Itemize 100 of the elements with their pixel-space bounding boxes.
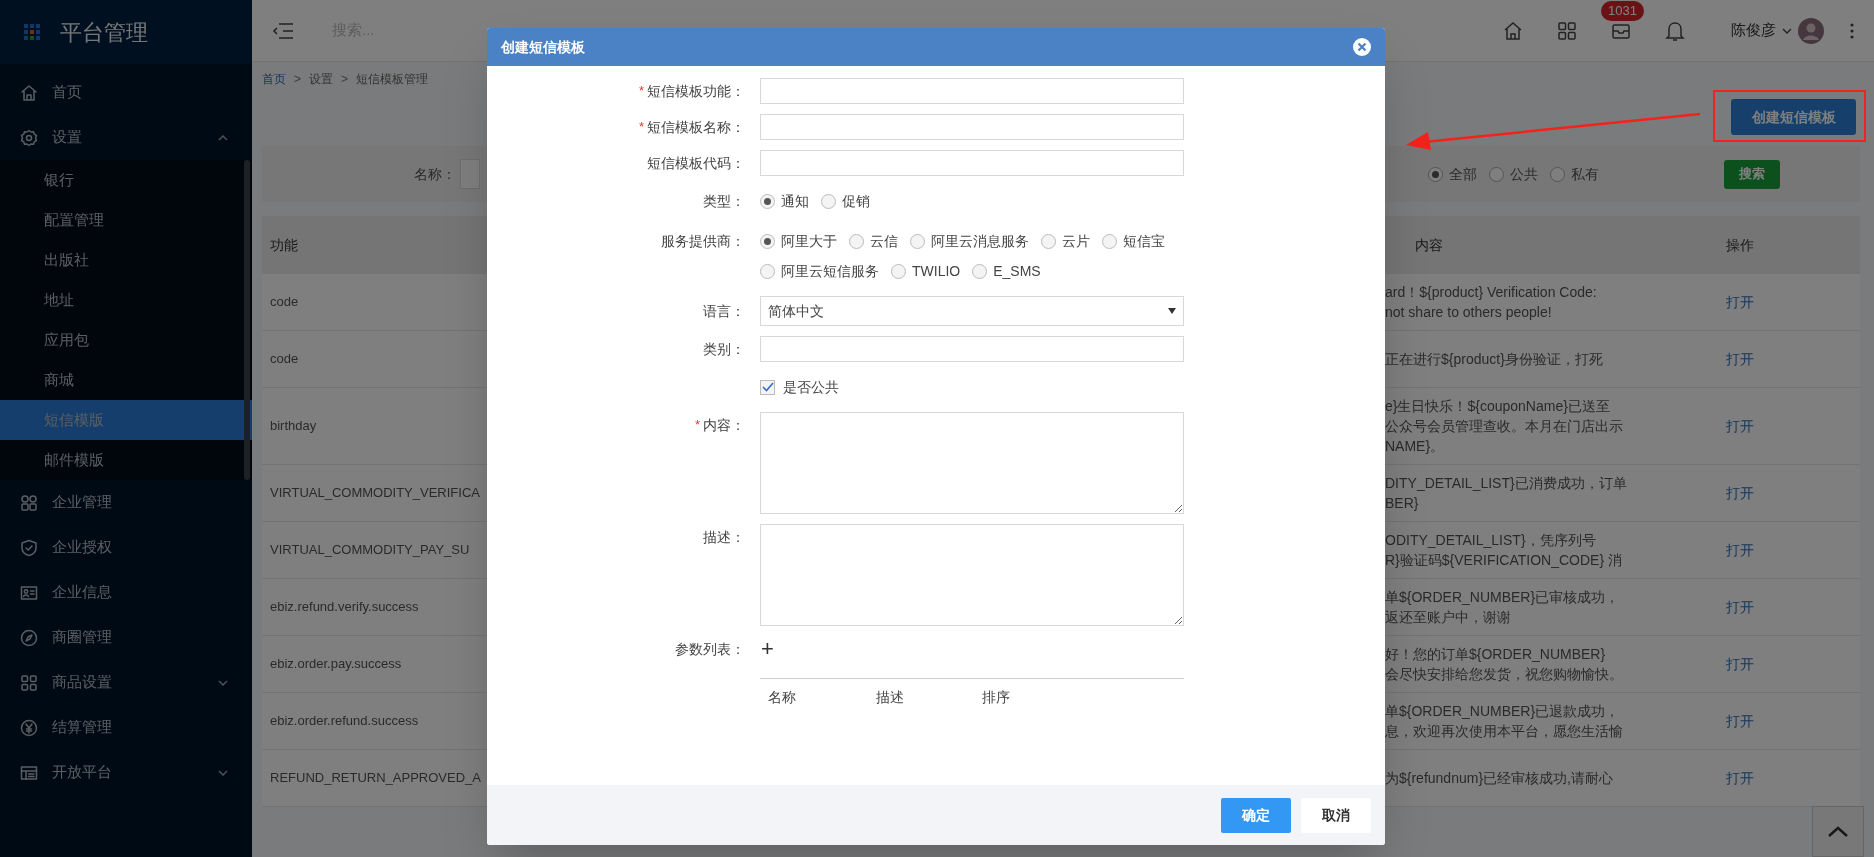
text-area[interactable] (760, 524, 1184, 626)
avatar-icon (1798, 17, 1824, 44)
text-field[interactable] (760, 114, 1184, 140)
add-parameter-button[interactable]: + (760, 638, 775, 660)
submenu-item[interactable]: 银行 (0, 160, 252, 200)
sidebar-item[interactable]: 首页 (0, 70, 252, 115)
table-cell-text: ebiz.order.pay.success (269, 655, 403, 674)
open-link[interactable]: 打开 (1726, 293, 1754, 310)
open-link[interactable]: 打开 (1726, 712, 1754, 729)
radio-option[interactable]: 阿里云消息服务 (910, 226, 1029, 256)
radio-option[interactable]: 通知 (760, 186, 809, 216)
shield-icon (20, 538, 38, 557)
text-field[interactable] (760, 78, 1184, 104)
menu-icon (272, 21, 294, 40)
radio-option[interactable]: 短信宝 (1102, 226, 1165, 256)
column-header: 描述 (876, 688, 905, 707)
table-cell-text: ebiz.order.refund.success (269, 712, 420, 731)
home-icon (20, 83, 38, 102)
search-button[interactable]: 搜索 (1724, 159, 1780, 189)
breadcrumb-item: 短信模板管理 (356, 71, 429, 88)
required-mark: * (638, 82, 644, 101)
table-cell-text: VIRTUAL_COMMODITY_VERIFICA (269, 484, 481, 503)
table-cell-text: VIRTUAL_COMMODITY_PAY_SU (269, 541, 471, 560)
cancel-button[interactable]: 取消 (1301, 797, 1371, 833)
breadcrumb-separator: > (341, 71, 349, 88)
field-label: 短信模板功能： (647, 81, 745, 101)
open-link[interactable]: 打开 (1726, 350, 1754, 367)
breadcrumb-link[interactable]: 首页 (262, 70, 286, 88)
breadcrumb-separator: > (294, 71, 301, 88)
scroll-top-button[interactable] (1812, 806, 1864, 857)
field-label: 服务提供商： (661, 231, 745, 251)
table-cell-text: ODITY_DETAIL_LIST}，凭序列号 R}验证码${VERIFICATION_CODE} 消 (1385, 531, 1623, 570)
dialog-title: 创建短信模板 (501, 37, 585, 57)
radio-option[interactable]: 阿里云短信服务 (760, 256, 879, 286)
logo-icon (24, 24, 40, 40)
open-link[interactable]: 打开 (1726, 769, 1754, 786)
sidebar-item[interactable]: 商品设置 (0, 660, 252, 705)
required-mark: * (694, 416, 700, 435)
confirm-button[interactable]: 确定 (1221, 797, 1291, 833)
open-link[interactable]: 打开 (1726, 655, 1754, 672)
scope-radio[interactable]: 公共 (1489, 163, 1538, 185)
yen-icon (20, 718, 38, 737)
field-label: 参数列表： (675, 639, 745, 659)
open-link[interactable]: 打开 (1726, 417, 1754, 434)
open-link[interactable]: 打开 (1726, 541, 1754, 558)
radio-option[interactable]: E_SMS (972, 256, 1041, 286)
table-cell-text: birthday (269, 417, 318, 436)
sidebar-item[interactable]: 结算管理 (0, 705, 252, 750)
submenu-item[interactable]: 地址 (0, 280, 252, 320)
text-field[interactable] (760, 150, 1184, 176)
table-cell-text: DITY_DETAIL_LIST}已消费成功，订单 BER} (1385, 474, 1628, 513)
open-link[interactable]: 打开 (1726, 484, 1754, 501)
text-field[interactable] (760, 336, 1184, 362)
sidebar-item[interactable]: 企业信息 (0, 570, 252, 615)
field-label: 短信模板代码： (647, 153, 745, 173)
sidebar-item[interactable]: 设置 (0, 115, 252, 160)
table-cell-text: code (269, 293, 300, 312)
column-header: 操作 (1725, 235, 1755, 255)
language-select[interactable]: 简体中文 (760, 296, 1184, 326)
field-label: 内容： (703, 415, 745, 435)
grid-icon (20, 673, 38, 692)
submenu-item[interactable]: 商城 (0, 360, 252, 400)
checkmark-icon (761, 382, 774, 392)
breadcrumb-item: 设置 (309, 71, 333, 88)
radio-option[interactable]: TWILIO (891, 256, 961, 286)
scope-radio[interactable]: 私有 (1550, 163, 1599, 185)
table-cell-text: e}生日快乐！${couponName}已送至 公众号会员管理查收。本月在门店出示 NAME}。 (1385, 397, 1624, 456)
column-header: 内容 (1414, 235, 1444, 255)
sidebar-item[interactable]: 企业授权 (0, 525, 252, 570)
notification-badge: 1031 (1601, 0, 1644, 21)
radio-option[interactable]: 促销 (821, 186, 870, 216)
field-label: 类型： (703, 191, 745, 211)
user-name[interactable]: 陈俊彦 (1731, 19, 1776, 42)
column-header: 排序 (982, 688, 1011, 707)
bell-icon (1665, 19, 1685, 42)
create-template-button[interactable]: 创建短信模板 (1731, 99, 1856, 135)
public-checkbox[interactable]: 是否公共 (760, 376, 839, 398)
table-cell-text: REFUND_RETURN_APPROVED_A (269, 769, 482, 788)
table-cell-text: code (269, 350, 300, 369)
submenu-item[interactable]: 出版社 (0, 240, 252, 280)
radio-option[interactable]: 云片 (1041, 226, 1090, 256)
table-cell-text: 好！您的订单${ORDER_NUMBER} 会尽快安排给您发货，祝您购物愉快。 (1385, 645, 1624, 684)
submenu-item[interactable]: 应用包 (0, 320, 252, 360)
sidebar-item[interactable]: 开放平台 (0, 750, 252, 795)
sidebar-item[interactable]: 企业管理 (0, 480, 252, 525)
submenu-item[interactable]: 短信模版 (0, 400, 252, 440)
field-label: 短信模板名称： (647, 117, 745, 137)
submenu-item[interactable]: 配置管理 (0, 200, 252, 240)
table-icon (20, 763, 38, 782)
grid-icon (1557, 20, 1577, 41)
radio-option[interactable]: 阿里大于 (760, 226, 837, 256)
text-area[interactable] (760, 412, 1184, 514)
open-link[interactable]: 打开 (1726, 598, 1754, 615)
submenu-item[interactable]: 邮件模版 (0, 440, 252, 480)
field-label: 类别： (703, 339, 745, 359)
radio-option[interactable]: 云信 (849, 226, 898, 256)
sidebar-item[interactable]: 商圈管理 (0, 615, 252, 660)
chevron-up-icon (1827, 825, 1849, 838)
table-cell-text: 正在进行${product}身份验证，打死 (1385, 350, 1604, 369)
scope-radio[interactable]: 全部 (1428, 163, 1477, 185)
